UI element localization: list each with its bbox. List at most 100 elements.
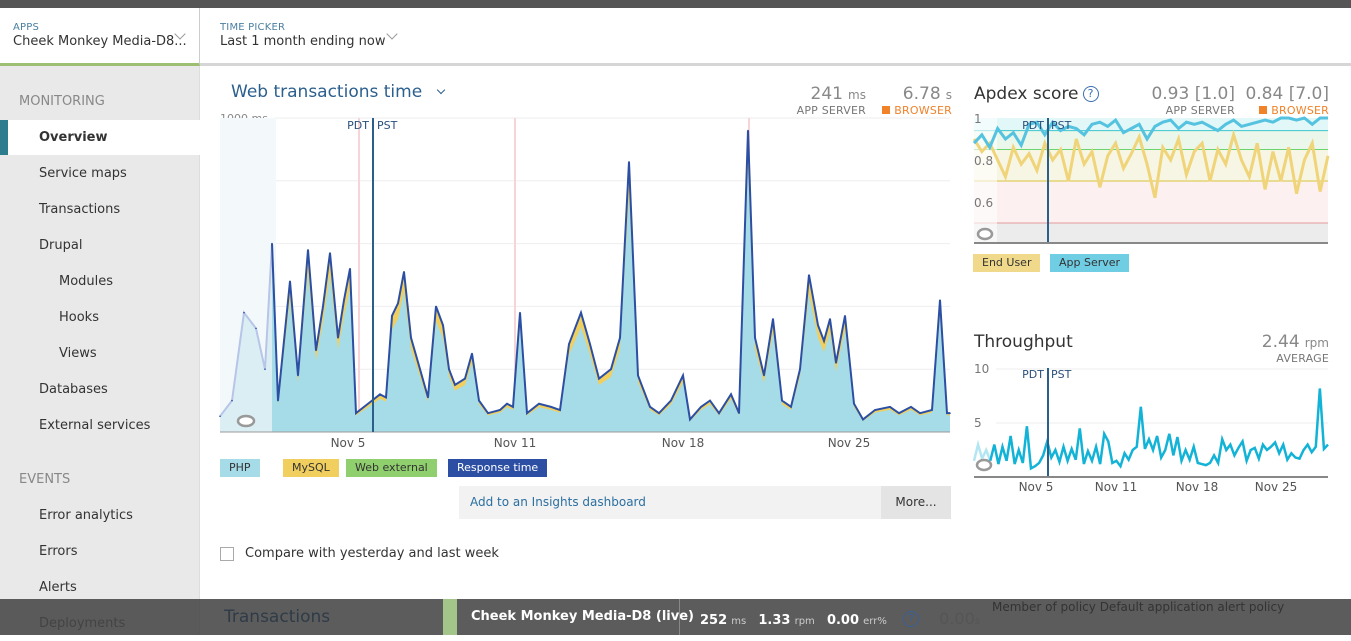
y-tick-label: 10 (974, 362, 989, 376)
x-tick-label: Nov 25 (828, 436, 871, 450)
value: 0.00 (939, 609, 975, 628)
unit: ms (731, 616, 747, 627)
unit: rpm (794, 616, 815, 627)
compare-checkbox[interactable] (220, 546, 234, 561)
partial-data-icon (236, 414, 256, 428)
response-time-point (349, 267, 351, 270)
response-time-point (709, 399, 711, 402)
response-time-point (931, 409, 933, 411)
response-time-point (689, 418, 691, 421)
throughput-chart[interactable]: 5 10 PDT PST Nov 5 Nov 11 Nov 18 Nov 25 (960, 355, 1351, 500)
response-time-point (435, 305, 437, 308)
faded-value: 0.00s (939, 609, 988, 628)
response-time-point (391, 315, 393, 317)
response-time-point (471, 352, 473, 355)
response-time-point (271, 242, 273, 245)
x-tick-label: Nov 18 (662, 436, 705, 450)
dst-label-pst: PST (1051, 368, 1072, 381)
response-time-point (219, 415, 221, 418)
x-tick-label: Nov 11 (494, 436, 537, 450)
response-time-point (385, 396, 387, 399)
response-time-point (889, 406, 891, 408)
x-tick-label: Nov 11 (1095, 480, 1138, 494)
sidebar-item-errors[interactable]: Errors (0, 534, 200, 569)
unit: s (974, 616, 980, 627)
web-transactions-chart[interactable]: 200 ms400 ms600 ms800 ms1000 msPDTPSTNov… (0, 0, 960, 460)
throughput-line (989, 388, 1329, 471)
response-time-point (628, 161, 630, 163)
help-icon[interactable]: ? (903, 611, 919, 627)
response-time-point (379, 393, 381, 396)
legend-app-server[interactable]: App Server (1050, 254, 1130, 272)
legend-mysql[interactable]: MySQL (283, 459, 339, 477)
response-time-point (448, 368, 450, 371)
response-time-point (231, 399, 233, 402)
app-name[interactable]: Cheek Monkey Media-D8 (live) (471, 609, 694, 624)
response-time-point (799, 368, 801, 371)
response-time-point (506, 402, 508, 405)
add-to-insights-link[interactable]: Add to an Insights dashboard (459, 486, 881, 519)
app-stats: 252 ms 1.33 rpm 0.00 err% ? 0.00s (700, 609, 988, 628)
response-time-point (442, 324, 444, 327)
response-time-point (637, 374, 639, 377)
response-time-point (427, 396, 429, 399)
more-button[interactable]: More... (881, 486, 951, 519)
response-time-point (519, 311, 521, 314)
response-time-point (559, 409, 561, 411)
x-tick-label: Nov 5 (1019, 480, 1054, 494)
response-time-point (419, 368, 421, 371)
response-time-point (550, 406, 552, 408)
response-time-point (610, 368, 612, 371)
response-time-point (700, 406, 702, 408)
response-time-point (898, 412, 900, 414)
x-tick-label: Nov 25 (1255, 480, 1298, 494)
response-time-point (355, 412, 357, 414)
sidebar-item-error-analytics[interactable]: Error analytics (0, 498, 200, 533)
partial-data-icon (976, 227, 994, 241)
response-time-point (817, 324, 819, 327)
dst-label-pst: PST (377, 119, 398, 132)
response-time-point (829, 318, 831, 320)
y-tick-label: 5 (974, 416, 982, 430)
response-time-point (363, 406, 365, 408)
unit: rpm (1304, 336, 1329, 350)
response-time-point (738, 412, 740, 414)
response-time-point (682, 374, 684, 377)
unit: err% (863, 616, 887, 627)
y-tick-label: 0.8 (974, 154, 993, 168)
legend-response-time[interactable]: Response time (448, 459, 548, 477)
response-time-point (598, 377, 600, 380)
app-status-bar: Cheek Monkey Media-D8 (live) 252 ms 1.33… (0, 599, 1351, 635)
response-time-point (403, 271, 405, 273)
response-time-point (277, 399, 279, 402)
response-time-point (670, 399, 672, 402)
response-time-point (808, 274, 810, 276)
compare-option[interactable]: Compare with yesterday and last week (220, 546, 499, 561)
response-time-point (874, 409, 876, 411)
y-tick-label: 1 (974, 112, 982, 126)
legend-web-external[interactable]: Web external (346, 459, 437, 477)
response-time-point (844, 315, 846, 317)
partial-data-icon (975, 458, 993, 472)
compare-label: Compare with yesterday and last week (245, 546, 499, 561)
error-rate: 0.00 (826, 613, 860, 628)
x-tick-label: Nov 18 (1176, 480, 1219, 494)
response-time-point (589, 343, 591, 345)
dst-label-pdt: PDT (347, 119, 369, 132)
apdex-chart[interactable]: 0.6 0.8 1 PDT PST (960, 100, 1351, 250)
y-tick-label: 0.6 (974, 196, 993, 210)
dst-label-pdt: PDT (1022, 368, 1044, 381)
response-time-point (297, 374, 299, 377)
response-time-point (910, 406, 912, 408)
alert-policy: Member of policy Default application ale… (992, 600, 1285, 614)
response-time-point (478, 399, 480, 402)
response-time-point (823, 340, 825, 342)
response-time-point (568, 343, 570, 345)
response-time-point (747, 129, 749, 132)
response-time-point (397, 302, 399, 305)
health-indicator (443, 599, 457, 635)
legend-php[interactable]: PHP (220, 459, 260, 477)
response-time-point (772, 318, 774, 320)
legend-end-user[interactable]: End User (973, 254, 1041, 272)
response-time-point (264, 368, 266, 371)
